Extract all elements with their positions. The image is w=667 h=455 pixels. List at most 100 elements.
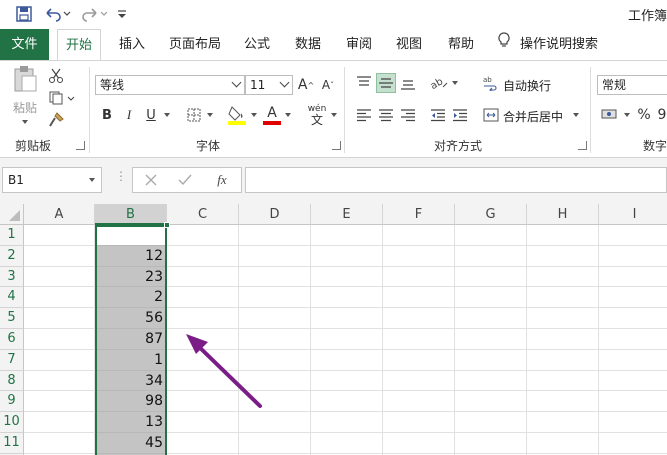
font-name-combo[interactable]: 等线	[95, 75, 245, 95]
cell-h11[interactable]	[527, 433, 599, 454]
cell-a5[interactable]	[24, 308, 95, 329]
tab-data[interactable]: 数据	[288, 29, 328, 60]
column-header-e[interactable]: E	[311, 204, 383, 225]
column-header-a[interactable]: A	[24, 204, 95, 225]
fill-color-dropdown-icon[interactable]	[251, 113, 257, 117]
cell-a11[interactable]	[24, 433, 95, 454]
customize-qat-icon[interactable]	[114, 4, 130, 24]
cell-g3[interactable]	[455, 266, 527, 288]
cell-b2[interactable]: 12	[95, 245, 167, 267]
currency-dropdown-icon[interactable]	[624, 113, 630, 117]
cell-i2[interactable]	[599, 246, 667, 267]
cell-b5[interactable]: 56	[95, 308, 167, 329]
increase-indent-icon[interactable]	[450, 105, 470, 125]
cell-i3[interactable]	[599, 267, 667, 288]
alignment-launcher-icon[interactable]	[578, 141, 587, 150]
cell-a10[interactable]	[24, 412, 95, 433]
bold-button[interactable]: B	[98, 105, 116, 125]
currency-icon[interactable]	[600, 105, 620, 125]
grow-font-button[interactable]: A ^	[297, 75, 315, 95]
merge-center-dropdown-icon[interactable]	[573, 113, 579, 117]
cell-c4[interactable]	[167, 287, 239, 309]
cell-b7[interactable]: 1	[95, 349, 167, 371]
row-header-1[interactable]: 1	[0, 225, 24, 246]
cell-a3[interactable]	[24, 266, 95, 288]
cell-g6[interactable]	[455, 329, 527, 350]
align-bottom-icon[interactable]	[398, 73, 418, 93]
cell-i1[interactable]	[599, 225, 667, 246]
number-format-combo[interactable]: 常规	[597, 75, 667, 95]
cell-e1[interactable]	[311, 225, 383, 246]
align-middle-icon[interactable]	[376, 73, 396, 93]
cell-b11[interactable]: 45	[95, 433, 167, 454]
cell-h4[interactable]	[527, 287, 599, 309]
cell-a4[interactable]	[24, 287, 95, 309]
cell-i4[interactable]	[599, 287, 667, 309]
redo-icon[interactable]	[80, 4, 110, 24]
orientation-icon[interactable]: ab	[428, 73, 450, 93]
cell-a2[interactable]	[24, 245, 95, 267]
copy-icon[interactable]	[46, 89, 78, 107]
cell-c11[interactable]	[167, 433, 239, 454]
row-header-10[interactable]: 10	[0, 412, 24, 433]
column-header-g[interactable]: G	[455, 204, 527, 225]
cell-f3[interactable]	[383, 266, 455, 288]
cell-f1[interactable]	[383, 225, 455, 246]
underline-dropdown-icon[interactable]	[164, 113, 170, 117]
cell-h10[interactable]	[527, 412, 599, 433]
cell-i10[interactable]	[599, 412, 667, 433]
cell-e5[interactable]	[311, 308, 383, 329]
column-header-h[interactable]: H	[527, 204, 599, 225]
row-header-2[interactable]: 2	[0, 245, 24, 267]
font-color-button[interactable]: A	[262, 103, 282, 127]
align-top-icon[interactable]	[354, 73, 374, 93]
font-size-combo[interactable]: 11	[245, 75, 293, 95]
cell-f9[interactable]	[383, 391, 455, 413]
cell-b6[interactable]: 87	[95, 329, 167, 350]
cell-g8[interactable]	[455, 370, 527, 392]
cell-f7[interactable]	[383, 349, 455, 371]
cut-icon[interactable]	[46, 67, 66, 85]
tab-formulas[interactable]: 公式	[238, 29, 276, 60]
cell-f6[interactable]	[383, 329, 455, 350]
tab-page-layout[interactable]: 页面布局	[164, 29, 226, 60]
cell-b4[interactable]: 2	[95, 287, 167, 309]
row-header-5[interactable]: 5	[0, 308, 24, 329]
tab-insert[interactable]: 插入	[112, 29, 152, 60]
cell-d11[interactable]	[239, 433, 311, 454]
comma-style-button[interactable]: 9	[656, 105, 667, 125]
cell-e4[interactable]	[311, 287, 383, 309]
cell-b1[interactable]	[95, 225, 167, 246]
align-left-icon[interactable]	[354, 105, 374, 125]
cell-e10[interactable]	[311, 412, 383, 433]
insert-function-button[interactable]: fx	[211, 171, 233, 189]
cell-f11[interactable]	[383, 433, 455, 454]
underline-button[interactable]: U	[142, 105, 160, 125]
italic-button[interactable]: I	[120, 105, 138, 125]
cell-b3[interactable]: 23	[95, 266, 167, 288]
cell-i8[interactable]	[599, 371, 667, 392]
cell-g7[interactable]	[455, 349, 527, 371]
tell-me-search[interactable]: 操作说明搜索	[498, 29, 608, 60]
font-color-dropdown-icon[interactable]	[285, 113, 291, 117]
cell-f2[interactable]	[383, 245, 455, 267]
cell-g5[interactable]	[455, 308, 527, 329]
cell-i5[interactable]	[599, 308, 667, 329]
align-center-icon[interactable]	[376, 105, 396, 125]
row-header-3[interactable]: 3	[0, 266, 24, 288]
wrap-text-label[interactable]: 自动换行	[503, 77, 551, 94]
cell-e3[interactable]	[311, 266, 383, 288]
clipboard-launcher-icon[interactable]	[76, 141, 85, 150]
cell-c10[interactable]	[167, 412, 239, 433]
merge-center-label[interactable]: 合并后居中	[503, 108, 563, 125]
cell-e7[interactable]	[311, 349, 383, 371]
row-header-9[interactable]: 9	[0, 391, 24, 413]
cell-e9[interactable]	[311, 391, 383, 413]
phonetic-dropdown-icon[interactable]	[331, 113, 337, 117]
column-header-c[interactable]: C	[167, 204, 239, 225]
format-painter-icon[interactable]	[46, 111, 66, 129]
cell-d2[interactable]	[239, 245, 311, 267]
column-header-i[interactable]: I	[599, 204, 667, 225]
orientation-dropdown-icon[interactable]	[452, 81, 458, 85]
cell-i11[interactable]	[599, 433, 667, 454]
